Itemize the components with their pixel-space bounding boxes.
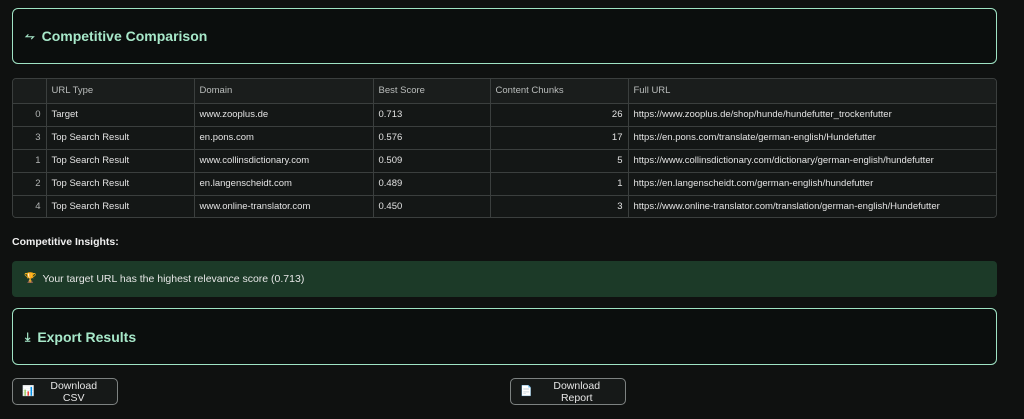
download-csv-button[interactable]: 📊 Download CSV bbox=[12, 378, 118, 405]
button-label: Download CSV bbox=[50, 379, 98, 404]
table-row: 0 Target www.zooplus.de 0.713 26 https:/… bbox=[13, 103, 996, 127]
url-type-cell: Target bbox=[46, 103, 195, 127]
domain-cell: www.collinsdictionary.com bbox=[194, 149, 374, 173]
full-url-cell: https://www.online-translator.com/transl… bbox=[628, 195, 996, 217]
domain-cell: www.zooplus.de bbox=[194, 103, 374, 127]
content-chunks-cell: 3 bbox=[490, 195, 629, 217]
table-header-row: URL Type Domain Best Score Content Chunk… bbox=[13, 79, 996, 104]
content-chunks-cell: 17 bbox=[490, 126, 629, 150]
table-row: 2 Top Search Result en.langenscheidt.com… bbox=[13, 172, 996, 196]
column-header-domain[interactable]: Domain bbox=[194, 79, 374, 104]
full-url-cell: https://www.zooplus.de/shop/hunde/hundef… bbox=[628, 103, 996, 127]
row-index: 3 bbox=[13, 126, 47, 150]
best-score-cell: 0.489 bbox=[373, 172, 491, 196]
content-chunks-cell: 26 bbox=[490, 103, 629, 127]
best-score-cell: 0.713 bbox=[373, 103, 491, 127]
domain-cell: en.pons.com bbox=[194, 126, 374, 150]
document-icon: 📄 bbox=[520, 385, 533, 397]
column-header-full-url[interactable]: Full URL bbox=[628, 79, 996, 104]
row-index: 4 bbox=[13, 195, 47, 217]
section-title: Export Results bbox=[37, 328, 137, 345]
insight-text: Your target URL has the highest relevanc… bbox=[42, 273, 305, 285]
trophy-icon: 🏆 bbox=[24, 273, 37, 284]
row-index: 1 bbox=[13, 149, 47, 173]
best-score-cell: 0.509 bbox=[373, 149, 491, 173]
comparison-table: URL Type Domain Best Score Content Chunk… bbox=[12, 78, 997, 218]
export-results-header: ⤓ Export Results bbox=[12, 308, 997, 365]
insights-heading: Competitive Insights: bbox=[12, 236, 119, 248]
full-url-cell: https://en.langenscheidt.com/german-engl… bbox=[628, 172, 996, 196]
table-row: 3 Top Search Result en.pons.com 0.576 17… bbox=[13, 126, 996, 150]
column-header-best-score[interactable]: Best Score bbox=[373, 79, 491, 104]
url-type-cell: Top Search Result bbox=[46, 149, 195, 173]
full-url-cell: https://en.pons.com/translate/german-eng… bbox=[628, 126, 996, 150]
url-type-cell: Top Search Result bbox=[46, 126, 195, 150]
section-title: Competitive Comparison bbox=[41, 28, 208, 44]
column-header-url-type[interactable]: URL Type bbox=[46, 79, 195, 104]
column-header-index[interactable] bbox=[13, 79, 47, 104]
competitive-comparison-header: ⥊ Competitive Comparison bbox=[12, 8, 997, 64]
button-label: Download Report bbox=[553, 379, 601, 404]
row-index: 0 bbox=[13, 103, 47, 127]
best-score-cell: 0.450 bbox=[373, 195, 491, 217]
table-row: 1 Top Search Result www.collinsdictionar… bbox=[13, 149, 996, 173]
chart-icon: 📊 bbox=[22, 385, 35, 397]
domain-cell: en.langenscheidt.com bbox=[194, 172, 374, 196]
column-header-content-chunks[interactable]: Content Chunks bbox=[490, 79, 629, 104]
arrows-compare-icon: ⥊ bbox=[25, 29, 35, 43]
download-icon: ⤓ bbox=[25, 329, 31, 344]
content-chunks-cell: 1 bbox=[490, 172, 629, 196]
url-type-cell: Top Search Result bbox=[46, 195, 195, 217]
insight-success-message: 🏆 Your target URL has the highest releva… bbox=[12, 261, 997, 297]
full-url-cell: https://www.collinsdictionary.com/dictio… bbox=[628, 149, 996, 173]
best-score-cell: 0.576 bbox=[373, 126, 491, 150]
table-row: 4 Top Search Result www.online-translato… bbox=[13, 195, 996, 217]
row-index: 2 bbox=[13, 172, 47, 196]
url-type-cell: Top Search Result bbox=[46, 172, 195, 196]
content-chunks-cell: 5 bbox=[490, 149, 629, 173]
domain-cell: www.online-translator.com bbox=[194, 195, 374, 217]
download-report-button[interactable]: 📄 Download Report bbox=[510, 378, 626, 405]
